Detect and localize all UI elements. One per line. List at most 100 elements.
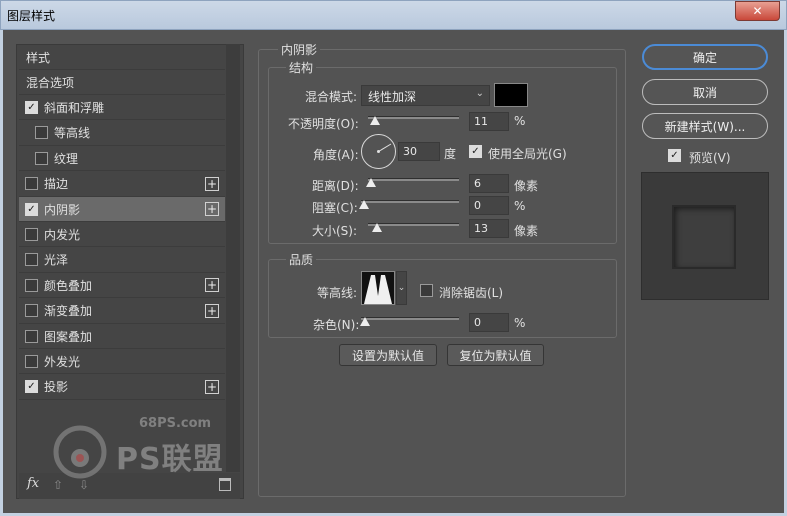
angle-input[interactable]: 30 (398, 142, 440, 161)
style-item-checkbox[interactable] (25, 227, 38, 241)
size-input[interactable]: 13 (469, 219, 509, 238)
contour-picker[interactable] (361, 271, 395, 305)
style-item-checkbox[interactable]: ✓ (25, 100, 38, 114)
style-item[interactable]: 图案叠加 (19, 324, 225, 349)
contour-curve-icon (364, 275, 392, 304)
noise-label: 杂色(N): (313, 318, 360, 332)
style-item-label: 内发光 (44, 227, 81, 242)
opacity-slider-track[interactable] (368, 116, 459, 119)
style-item[interactable]: 渐变叠加 + (19, 299, 225, 324)
style-item[interactable]: ✓ 投影 + (19, 375, 225, 400)
choke-label: 阻塞(C): (312, 201, 358, 215)
styles-header[interactable]: 样式 (19, 45, 225, 70)
add-effect-button[interactable]: + (205, 202, 219, 216)
style-item-checkbox[interactable] (25, 278, 38, 292)
choke-input[interactable]: 0 (469, 196, 509, 215)
fx-menu-button[interactable]: fx (27, 476, 39, 491)
size-unit: 像素 (514, 224, 539, 238)
style-item-checkbox[interactable]: ✓ (25, 202, 38, 216)
style-item[interactable]: 描边 + (19, 172, 225, 197)
add-effect-button[interactable]: + (205, 278, 219, 293)
blend-mode-label: 混合模式: (305, 90, 358, 104)
noise-unit: % (514, 316, 526, 330)
choke-slider-handle[interactable] (359, 200, 369, 209)
choke-slider-track[interactable] (361, 200, 459, 203)
style-item[interactable]: 颜色叠加 + (19, 273, 225, 299)
style-item-label: 颜色叠加 (44, 278, 93, 293)
ok-button[interactable]: 确定 (642, 44, 768, 70)
choke-unit: % (514, 199, 526, 213)
style-item-checkbox[interactable] (25, 329, 38, 343)
size-label: 大小(S): (312, 224, 358, 238)
style-item-label: 图案叠加 (44, 329, 93, 344)
blend-mode-value: 线性加深 (368, 90, 417, 104)
opacity-input[interactable]: 11 (469, 112, 509, 131)
style-preview-swatch (672, 205, 736, 269)
style-item-label: 混合选项 (26, 75, 75, 90)
global-light-checkbox[interactable]: ✓ (469, 145, 482, 158)
style-item[interactable]: 内发光 (19, 222, 225, 248)
noise-input[interactable]: 0 (469, 313, 509, 332)
shadow-color-swatch[interactable] (494, 83, 528, 107)
preview-checkbox[interactable]: ✓ (668, 149, 681, 162)
watermark-site: 68PS.com (139, 416, 212, 431)
style-item-checkbox[interactable] (35, 126, 48, 140)
distance-unit: 像素 (514, 179, 539, 193)
global-light-label: 使用全局光(G) (488, 147, 567, 161)
contour-label: 等高线: (317, 286, 358, 300)
style-item-checkbox[interactable] (25, 253, 38, 267)
antialias-checkbox[interactable] (420, 284, 433, 297)
close-button[interactable]: ✕ (735, 1, 780, 21)
contour-dropdown-button[interactable]: ⌄ (396, 271, 407, 305)
add-effect-button[interactable]: + (205, 176, 219, 191)
style-item-label: 内阴影 (44, 202, 81, 217)
move-down-icon[interactable]: ⇩ (79, 478, 89, 492)
new-style-button[interactable]: 新建样式(W)... (642, 113, 768, 139)
style-item-label: 投影 (44, 380, 69, 395)
style-item-label: 斜面和浮雕 (44, 100, 105, 115)
style-item[interactable]: 混合选项 (19, 70, 225, 95)
distance-slider-handle[interactable] (366, 178, 376, 187)
style-item[interactable]: 光泽 (19, 248, 225, 273)
angle-unit: 度 (444, 147, 457, 161)
opacity-unit: % (514, 114, 526, 128)
style-item[interactable]: 纹理 (19, 146, 225, 172)
style-item[interactable]: 等高线 (19, 121, 225, 146)
style-item-checkbox[interactable] (25, 177, 38, 191)
watermark-logo-icon (53, 425, 107, 479)
preview-label: 预览(V) (689, 151, 731, 165)
reset-default-button[interactable]: 复位为默认值 (447, 344, 544, 366)
distance-slider-track[interactable] (368, 178, 459, 181)
style-item-label: 纹理 (54, 151, 79, 166)
noise-slider-handle[interactable] (360, 317, 370, 326)
window-title: 图层样式 (7, 9, 56, 23)
watermark-brand: PS联盟 (116, 442, 224, 477)
add-effect-button[interactable]: + (205, 379, 219, 394)
style-item-checkbox[interactable] (25, 354, 38, 368)
angle-label: 角度(A): (313, 148, 359, 162)
noise-slider-track[interactable] (361, 317, 459, 320)
style-item[interactable]: 外发光 (19, 349, 225, 375)
style-item-label: 描边 (44, 177, 69, 192)
move-up-icon[interactable]: ⇧ (53, 478, 63, 492)
styles-list-scrollbar[interactable] (226, 44, 240, 472)
chevron-down-icon: ⌄ (475, 88, 484, 99)
style-item-checkbox[interactable]: ✓ (25, 380, 38, 394)
opacity-slider-handle[interactable] (370, 116, 380, 125)
set-default-button[interactable]: 设置为默认值 (339, 344, 437, 366)
size-slider-handle[interactable] (372, 223, 382, 232)
style-item-label: 外发光 (44, 354, 81, 369)
cancel-button[interactable]: 取消 (642, 79, 768, 105)
style-preview (641, 172, 769, 300)
style-item[interactable]: ✓ 斜面和浮雕 (19, 95, 225, 121)
style-item-checkbox[interactable] (35, 151, 48, 165)
opacity-label: 不透明度(O): (288, 117, 359, 131)
add-effect-button[interactable]: + (205, 303, 219, 318)
style-item[interactable]: ✓ 内阴影 + (19, 197, 225, 222)
trash-icon[interactable] (219, 478, 231, 491)
angle-dial[interactable] (361, 134, 396, 169)
style-item-checkbox[interactable] (25, 304, 38, 318)
distance-input[interactable]: 6 (469, 174, 509, 193)
style-item-label: 等高线 (54, 126, 91, 141)
blend-mode-select[interactable]: 线性加深 ⌄ (361, 85, 490, 106)
